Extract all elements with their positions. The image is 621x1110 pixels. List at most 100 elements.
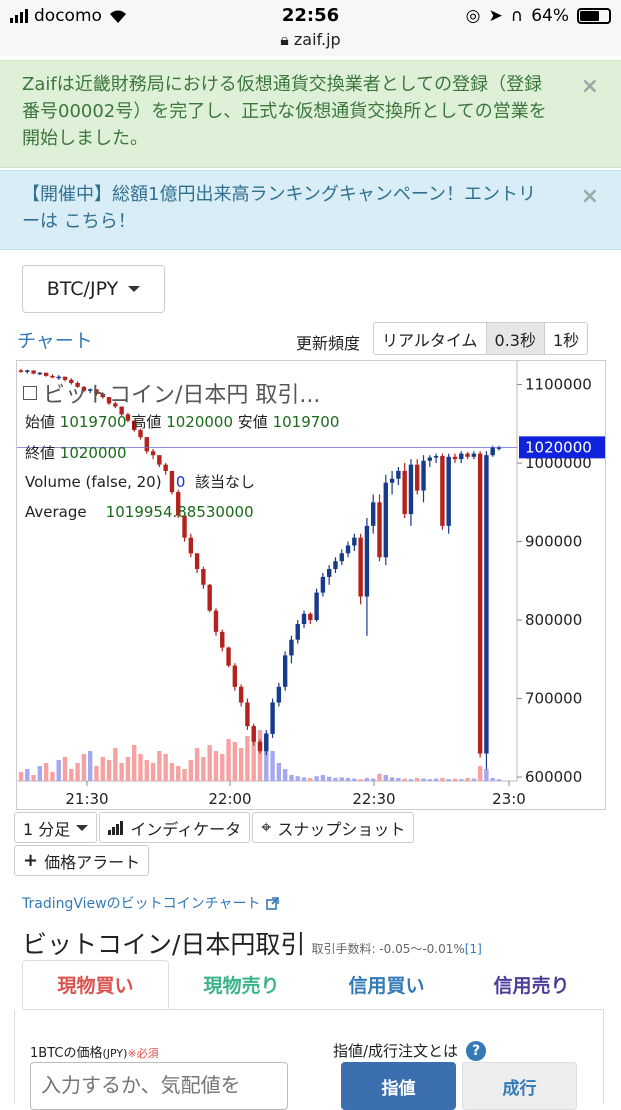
candle-body <box>396 470 401 479</box>
volume-bar <box>433 778 439 781</box>
volume-bar <box>459 779 464 781</box>
orientation-lock-icon: ◎ <box>465 6 481 26</box>
volume-bar <box>43 763 49 781</box>
volume-bar <box>81 754 87 781</box>
volume-bar <box>62 757 68 781</box>
campaign-alert-text[interactable]: 【開催中】総額1億円出来高ランキングキャンペーン！エントリーは こちら！ <box>22 181 552 235</box>
y-tick-label: 600000 <box>525 768 582 786</box>
volume-bar <box>232 742 238 781</box>
caret-down-icon <box>128 286 141 292</box>
fee-note: 取引手数料: -0.05〜-0.01%[1] <box>311 942 482 956</box>
ohlc-row-2: 終値 1020000 <box>25 444 127 462</box>
volume-bar <box>201 757 206 781</box>
interval-select[interactable]: 1 分足 <box>14 812 98 843</box>
volume-bar <box>25 769 30 781</box>
volume-bar <box>194 748 200 781</box>
candle-body <box>207 584 212 611</box>
candle-body <box>484 455 489 754</box>
registration-alert-text: Zaifは近畿財務局における仮想通貨交換業者としての登録（登録番号00002号）… <box>22 74 547 149</box>
plus-icon: + <box>23 850 39 871</box>
volume-bar <box>440 778 445 781</box>
tab-margin-sell[interactable]: 信用売り <box>459 960 604 1009</box>
y-tick-label: 800000 <box>525 611 582 629</box>
url-bar[interactable]: 🔒︎ zaif.jp <box>0 30 621 50</box>
volume-bar <box>295 776 300 781</box>
volume-bar <box>157 751 162 781</box>
fee-ref-link[interactable]: [1] <box>465 942 482 956</box>
candle-body <box>427 457 433 461</box>
volume-bar <box>125 757 131 781</box>
indicator-button[interactable]: インディケータ <box>99 812 251 843</box>
market-order-button[interactable]: 成行 <box>462 1062 577 1110</box>
candle-body <box>477 453 483 754</box>
tradingview-link[interactable]: TradingViewのビットコインチャート <box>22 893 280 913</box>
tab-margin-buy[interactable]: 信用買い <box>314 960 459 1009</box>
candle-body <box>157 455 162 465</box>
pair-select-label: BTC/JPY <box>46 278 119 300</box>
volume-bar <box>276 763 282 781</box>
candle-body <box>270 702 275 734</box>
candle-body <box>308 613 313 621</box>
price-alert-button[interactable]: + 価格アラート <box>14 845 150 876</box>
volume-bar <box>345 778 351 781</box>
close-icon[interactable]: × <box>581 73 599 100</box>
url-text: zaif.jp <box>293 30 341 49</box>
tab-spot-buy[interactable]: 現物買い <box>22 960 169 1009</box>
freq-option-realtime[interactable]: リアルタイム <box>374 323 487 354</box>
volume-bar <box>496 779 502 781</box>
location-icon: ➤ <box>488 6 503 26</box>
volume-bar <box>138 754 143 781</box>
pair-select-button[interactable]: BTC/JPY <box>22 265 165 313</box>
price-chart[interactable]: 1100000 1000000 900000 800000 700000 600000 10… <box>16 360 606 810</box>
candle-body <box>188 537 194 554</box>
volume-bar <box>314 776 319 781</box>
volume-bar <box>465 778 470 781</box>
volume-bar <box>182 769 187 781</box>
volume-bar <box>308 778 313 781</box>
volume-bar <box>75 763 80 781</box>
candle-body <box>289 639 294 656</box>
close-icon[interactable]: × <box>581 183 599 210</box>
volume-bar <box>213 751 219 781</box>
volume-bar <box>163 754 168 781</box>
ohlc-row-1: 始値 1019700 高値 1020000 安値 1019700 <box>25 413 340 431</box>
price-alert-toolbar: + 価格アラート <box>14 845 150 876</box>
volume-bar <box>389 777 395 781</box>
tab-spot-sell[interactable]: 現物売り <box>169 960 314 1009</box>
volume-bar <box>270 751 275 781</box>
freq-option-1s[interactable]: 1秒 <box>544 323 588 354</box>
volume-bar <box>69 769 74 781</box>
candle-body <box>358 537 363 597</box>
candle-body <box>25 370 30 372</box>
price-input[interactable] <box>30 1062 288 1110</box>
candle-body <box>301 613 307 624</box>
chart-link[interactable]: チャート <box>17 326 93 353</box>
candle-body <box>238 686 244 703</box>
crosshair-icon: ⌖ <box>261 817 272 838</box>
collapse-icon[interactable] <box>23 386 37 400</box>
snapshot-button[interactable]: ⌖ スナップショット <box>252 812 415 843</box>
volume-bar <box>245 736 250 781</box>
candle-body <box>295 623 300 640</box>
candle-body <box>459 453 464 460</box>
volume-bar <box>94 766 99 781</box>
update-frequency-group: リアルタイム 0.3秒 1秒 <box>373 322 589 355</box>
candle-body <box>43 372 49 376</box>
candle-body <box>257 741 263 752</box>
candle-body <box>213 610 219 632</box>
help-icon[interactable]: ? <box>466 1040 487 1061</box>
candle-body <box>377 502 382 558</box>
volume-bar <box>415 778 420 781</box>
candle-body <box>194 553 200 570</box>
low-value: 1019700 <box>272 413 340 431</box>
chart-toolbar: 1 分足 インディケータ ⌖ スナップショット <box>14 812 415 843</box>
limit-order-button[interactable]: 指値 <box>341 1062 456 1110</box>
volume-bar <box>446 779 451 781</box>
x-tick-label: 22:30 <box>352 790 395 808</box>
volume-bar <box>471 778 477 781</box>
candle-body <box>232 665 238 687</box>
registration-alert: Zaifは近畿財務局における仮想通貨交換業者としての登録（登録番号00002号）… <box>0 60 621 168</box>
volume-bar <box>106 760 112 781</box>
volume-bar <box>282 769 288 781</box>
freq-option-0.3s[interactable]: 0.3秒 <box>486 323 545 354</box>
